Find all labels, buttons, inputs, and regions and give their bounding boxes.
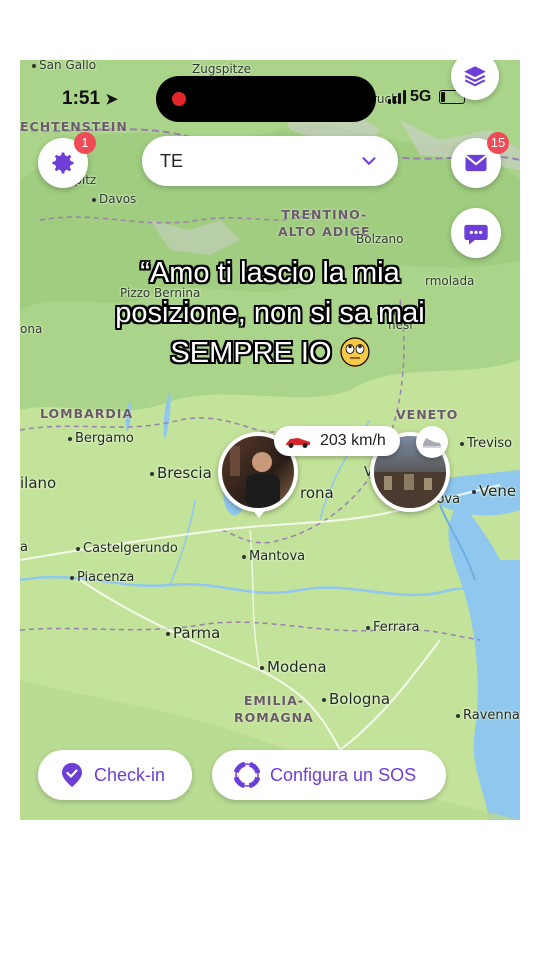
map-label-treviso: Treviso bbox=[460, 436, 512, 451]
map-label-milano: ilano bbox=[20, 474, 57, 492]
status-time: 1:51 ➤ bbox=[62, 88, 118, 109]
settings-button[interactable]: 1 bbox=[38, 132, 96, 188]
eye-roll-emoji-icon bbox=[339, 337, 370, 367]
map-label-a: a bbox=[20, 540, 28, 555]
group-selector-value: TE bbox=[160, 151, 184, 171]
messages-button[interactable]: 15 bbox=[451, 132, 509, 188]
configure-sos-button[interactable]: Configura un SOS bbox=[212, 750, 446, 800]
video-caption: “Amo ti lascio la mia posizione, non si … bbox=[20, 253, 520, 373]
caption-line-3: SEMPRE IO bbox=[20, 333, 520, 373]
avatar-pointer bbox=[251, 508, 267, 518]
messages-badge: 15 bbox=[487, 132, 509, 154]
sneaker-icon bbox=[423, 438, 441, 448]
map-label-ravenna: Ravenna bbox=[456, 708, 520, 723]
map-label-brescia: Brescia bbox=[150, 464, 212, 482]
speed-indicator: 203 km/h bbox=[274, 426, 400, 456]
map-label-verona: rona bbox=[300, 484, 334, 502]
map-label-mantova: Mantova bbox=[242, 549, 305, 564]
settings-badge: 1 bbox=[74, 132, 96, 154]
map-label-san-gallo: San Gallo bbox=[32, 60, 96, 72]
map-label-bologna: Bologna bbox=[322, 690, 390, 708]
map-label-castelgerundo: Castelgerundo bbox=[76, 541, 178, 556]
network-type: 5G bbox=[410, 88, 432, 105]
map-label-zugspitze: Zugspitze bbox=[192, 62, 252, 76]
lifebuoy-icon bbox=[234, 762, 260, 788]
map-label-piacenza: Piacenza bbox=[70, 570, 134, 585]
gear-icon bbox=[52, 152, 74, 174]
race-car-icon bbox=[286, 438, 310, 448]
map-label-veneto: VENETO bbox=[396, 407, 459, 422]
map-label-davos: Davos bbox=[92, 192, 136, 206]
check-in-button[interactable]: Check-in bbox=[38, 750, 192, 800]
shoe-button[interactable] bbox=[416, 426, 448, 458]
map-label-modena: Modena bbox=[260, 658, 327, 676]
chat-button[interactable] bbox=[451, 208, 501, 258]
speed-value: 203 km/h bbox=[320, 432, 386, 449]
configure-sos-label: Configura un SOS bbox=[270, 764, 417, 785]
app-screen: San Gallo Zugspitze ECHTENSTEIN Davos sp… bbox=[20, 60, 520, 820]
envelope-icon bbox=[465, 154, 487, 172]
map-label-ferrara: Ferrara bbox=[366, 620, 420, 635]
caption-line-2: posizione, non si sa mai bbox=[115, 297, 425, 329]
map-label-bolzano: Bolzano bbox=[356, 232, 404, 246]
map-label-liechtenstein: ECHTENSTEIN bbox=[20, 119, 128, 134]
status-indicators: 5G bbox=[388, 88, 466, 106]
recording-dot-icon bbox=[172, 92, 186, 106]
dynamic-island bbox=[156, 76, 376, 122]
caption-line-1: “Amo ti lascio la mia bbox=[140, 257, 400, 289]
map-label-lombardia: LOMBARDIA bbox=[40, 406, 134, 421]
check-pin-icon bbox=[62, 763, 82, 787]
layers-icon bbox=[464, 66, 486, 87]
check-in-label: Check-in bbox=[94, 764, 166, 785]
chat-bubble-icon bbox=[464, 224, 488, 245]
group-selector-dropdown[interactable]: TE bbox=[142, 136, 398, 186]
chevron-down-icon bbox=[362, 157, 376, 165]
map-label-emilia-romagna: EMILIA- ROMAGNA bbox=[234, 693, 314, 725]
map-label-bergamo: Bergamo bbox=[68, 431, 134, 446]
map-label-venezia: Vene bbox=[472, 482, 516, 500]
signal-icon bbox=[388, 90, 406, 104]
location-arrow-icon: ➤ bbox=[105, 91, 118, 108]
map-label-parma: Parma bbox=[166, 624, 220, 642]
